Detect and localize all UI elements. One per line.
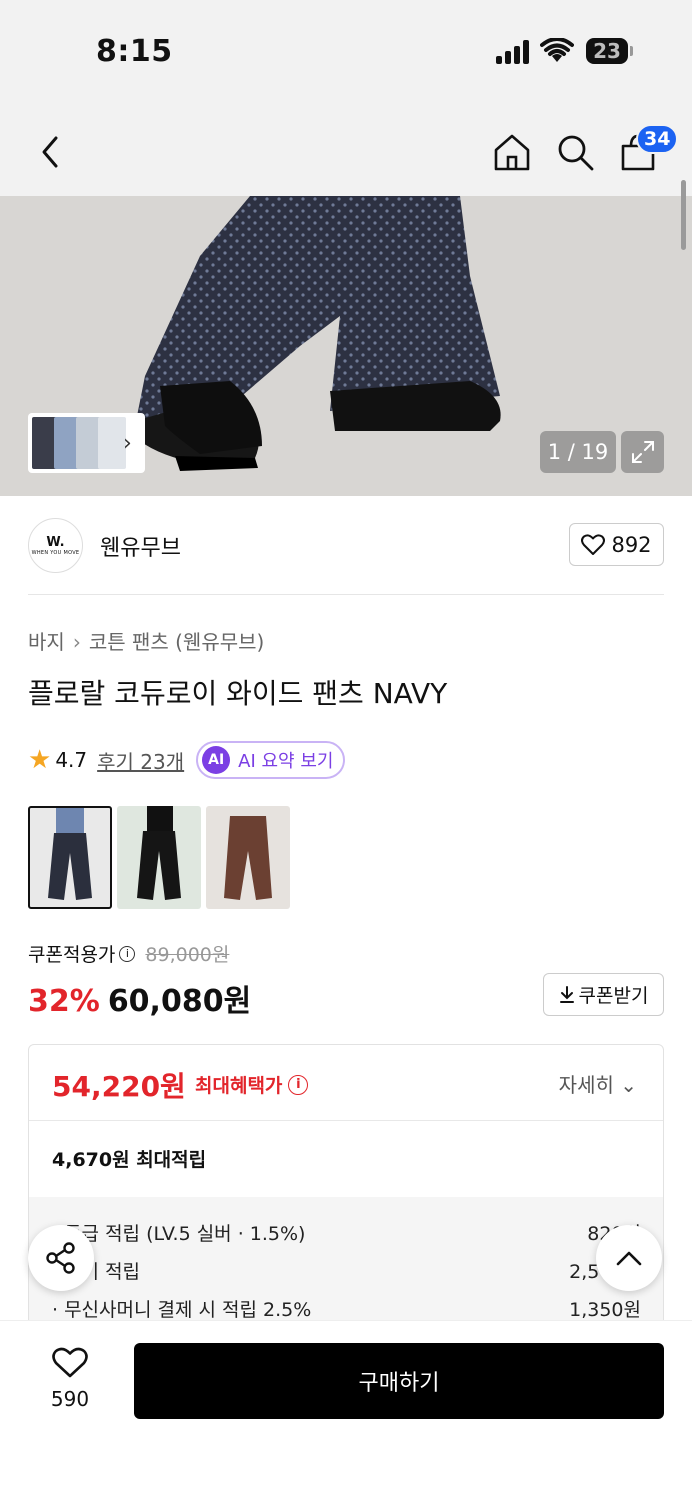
- discount-rate: 32%: [28, 984, 100, 1019]
- get-coupon-label: 쿠폰받기: [578, 985, 649, 1007]
- product-title: 플로랄 코듀로이 와이드 팬츠 NAVY: [28, 677, 448, 710]
- color-option-navy[interactable]: [28, 806, 112, 909]
- ai-summary-button[interactable]: AI AI 요약 보기: [196, 741, 346, 779]
- coupon-price-text: 쿠폰적용가: [28, 944, 116, 966]
- battery-icon: 23: [586, 38, 628, 64]
- brand-logo-mark: W.: [46, 534, 65, 550]
- star-icon: ★: [28, 745, 52, 775]
- benefits-panel: 54,220원 최대혜택가 i 자세히 ⌄ 4,670원 최대적립 · 등급 적립…: [28, 1044, 664, 1334]
- share-button[interactable]: [28, 1225, 94, 1291]
- battery-level: 23: [593, 39, 621, 63]
- rating-value: 4.7: [55, 748, 88, 772]
- brand-logo[interactable]: W. WHEN YOU MOVE: [28, 518, 83, 573]
- breadcrumb-separator-icon: ›: [72, 630, 81, 654]
- chevron-down-icon: ⌄: [620, 1073, 637, 1097]
- heart-icon: [581, 533, 606, 555]
- final-price: 60,080원: [107, 984, 252, 1019]
- info-icon[interactable]: i: [288, 1074, 309, 1095]
- max-benefit-label: 최대혜택가 i: [195, 1071, 309, 1098]
- max-benefit-price: 54,220원: [52, 1070, 186, 1103]
- search-icon: [558, 135, 594, 171]
- image-counter: 1 / 19: [540, 431, 616, 473]
- color-option-brown[interactable]: [206, 806, 290, 909]
- breadcrumb-category[interactable]: 바지: [28, 630, 65, 654]
- status-bar: 8:15 23: [0, 0, 692, 110]
- page-scrollbar[interactable]: [681, 180, 686, 250]
- ai-icon: AI: [202, 746, 231, 774]
- share-icon: [46, 1242, 75, 1274]
- get-coupon-button[interactable]: 쿠폰받기: [543, 973, 664, 1016]
- ai-summary-label: AI 요약 보기: [238, 751, 334, 772]
- original-price: 89,000원: [145, 944, 230, 966]
- top-navigation: [0, 110, 692, 196]
- points-item-label: · 무신사머니 결제 시 적립 2.5%: [52, 1299, 312, 1321]
- cellular-signal-icon: [496, 40, 532, 64]
- back-button[interactable]: [26, 128, 74, 176]
- details-toggle[interactable]: 자세히 ⌄: [559, 1069, 637, 1098]
- breadcrumb: 바지 › 코튼 팬츠 (웬유무브): [28, 626, 264, 655]
- brand-like-button[interactable]: 892: [569, 523, 664, 566]
- max-points: 4,670원 최대적립: [52, 1149, 207, 1171]
- download-icon: [559, 985, 574, 1003]
- home-icon: [494, 134, 530, 171]
- buy-button[interactable]: 구매하기: [134, 1343, 664, 1419]
- rating-row: ★ 4.7 후기 23개 AI AI 요약 보기: [28, 740, 346, 780]
- wifi-icon: [540, 38, 574, 62]
- expand-icon: [631, 441, 654, 463]
- home-button[interactable]: [488, 128, 536, 176]
- coupon-price-label: 쿠폰적용가 i 89,000원: [28, 940, 229, 967]
- scroll-top-button[interactable]: [596, 1225, 662, 1291]
- points-breakdown: · 등급 적립 (LV.5 실버 · 1.5%) 820원 · 후기 적립 2,…: [29, 1197, 663, 1333]
- black-pants-image: [137, 806, 181, 900]
- status-time: 8:15: [96, 34, 173, 69]
- wishlist-button[interactable]: 590: [40, 1347, 100, 1411]
- brand-name[interactable]: 웬유무브: [100, 530, 181, 562]
- breadcrumb-subcategory[interactable]: 코튼 팬츠 (웬유무브): [89, 630, 265, 654]
- bottom-action-bar: 590 구매하기: [0, 1320, 692, 1500]
- search-button[interactable]: [551, 128, 599, 176]
- thumb-4: [98, 417, 126, 469]
- chevron-up-icon: [616, 1251, 642, 1266]
- reviews-link[interactable]: 후기 23개: [97, 746, 184, 775]
- wishlist-count: 590: [50, 1387, 90, 1411]
- heart-icon: [52, 1347, 88, 1378]
- navy-pants-image: [48, 808, 92, 900]
- price-row: 32% 60,080원: [28, 976, 251, 1020]
- points-item-value: 1,350원: [569, 1299, 641, 1321]
- max-benefit-row[interactable]: 54,220원 최대혜택가 i 자세히 ⌄: [29, 1045, 663, 1121]
- color-option-black[interactable]: [117, 806, 201, 909]
- info-icon[interactable]: i: [119, 945, 136, 962]
- brand-like-count: 892: [611, 532, 652, 557]
- max-benefit-text: 최대혜택가: [195, 1075, 283, 1097]
- chevron-left-icon: [42, 136, 58, 168]
- color-options: [28, 806, 290, 909]
- battery-tip: [630, 46, 633, 56]
- divider: [28, 594, 664, 595]
- image-thumbnail-strip[interactable]: ›: [28, 413, 145, 473]
- expand-image-button[interactable]: [621, 431, 664, 473]
- brand-row: W. WHEN YOU MOVE 웬유무브 892: [28, 516, 664, 574]
- cart-count-badge: 34: [636, 124, 679, 154]
- details-label: 자세히: [558, 1073, 614, 1097]
- chevron-right-icon: ›: [123, 431, 132, 456]
- brown-pants-image: [224, 816, 272, 900]
- brand-logo-subtext: WHEN YOU MOVE: [31, 549, 80, 556]
